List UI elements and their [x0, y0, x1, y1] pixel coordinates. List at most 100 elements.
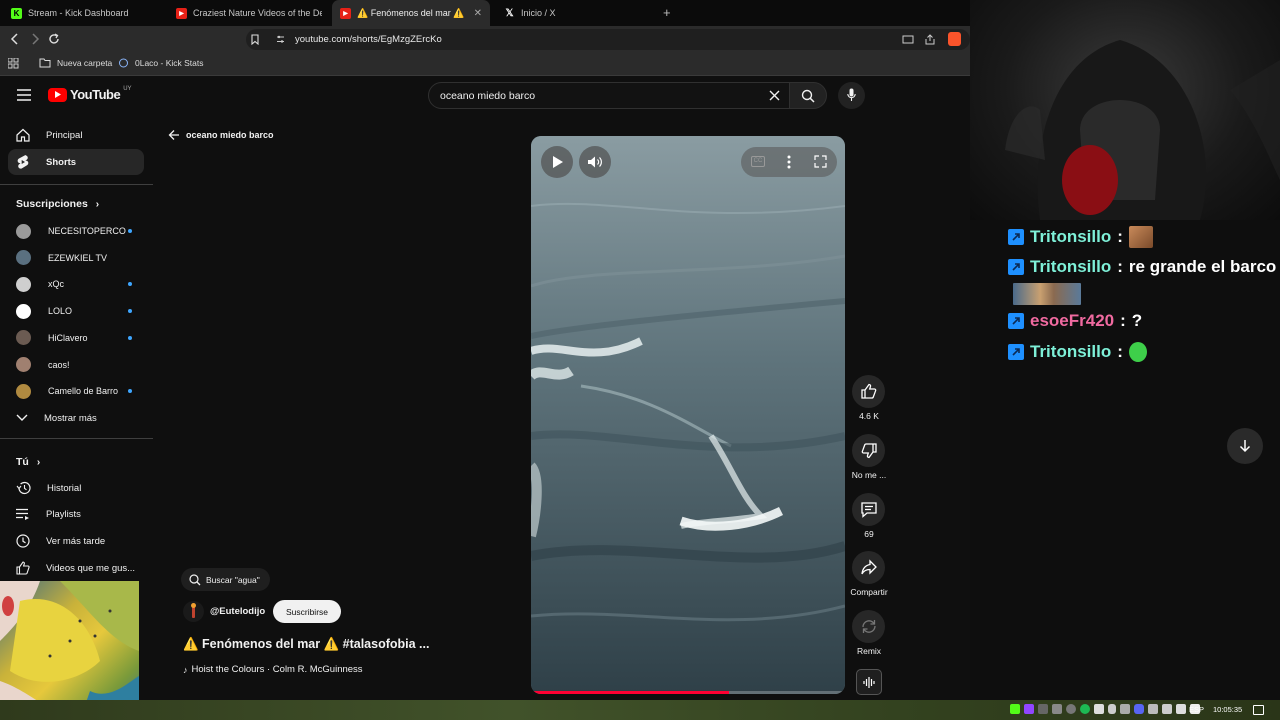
apps-grid-icon[interactable] [8, 58, 19, 69]
chat-username[interactable]: Tritonsillo [1030, 257, 1111, 277]
voice-search-button[interactable] [838, 82, 865, 109]
streamer-camera [970, 0, 1280, 220]
face-emote [1128, 226, 1153, 248]
clock[interactable]: 10:05:35 [1213, 705, 1242, 714]
channel-avatar[interactable] [183, 601, 204, 622]
like-button[interactable] [852, 375, 885, 408]
bookmark-item[interactable]: 0Laco - Kick Stats [118, 58, 204, 68]
chat-username[interactable]: Tritonsillo [1030, 342, 1111, 362]
fullscreen-icon[interactable] [814, 155, 827, 168]
subscription-item[interactable]: NECESITOPERCO [8, 218, 144, 244]
sidebar-item-historial[interactable]: Historial [8, 475, 144, 501]
browser-tab-active[interactable]: ▶ ⚠️ Fenómenos del mar ⚠️ #talasofobia ✕ [332, 0, 490, 26]
site-settings-icon[interactable] [276, 35, 285, 44]
back-label: oceano miedo barco [186, 130, 274, 140]
subscription-name: xQc [48, 279, 65, 290]
captions-icon[interactable]: CC [751, 156, 765, 167]
app-tray-icon[interactable] [1120, 704, 1130, 714]
bookmark-icon[interactable] [250, 34, 260, 45]
youtube-logo[interactable]: YouTube UY [48, 86, 132, 102]
menu-icon[interactable] [17, 89, 31, 101]
subscription-item[interactable]: xQc [8, 271, 144, 297]
kick-tray-icon[interactable] [1010, 704, 1020, 714]
comment-button[interactable] [852, 492, 885, 526]
microphone-tray-icon[interactable] [1108, 704, 1116, 714]
sidebar-item-playlists[interactable]: Playlists [8, 501, 144, 527]
chat-username[interactable]: Tritonsillo [1030, 227, 1111, 247]
language-indicator[interactable]: ESP [1189, 705, 1204, 714]
home-icon [16, 128, 30, 142]
sidebar-divider [0, 184, 153, 185]
browser-tab[interactable]: ▶ Craziest Nature Videos of the Decade [168, 0, 330, 26]
reload-icon[interactable] [48, 33, 60, 45]
show-more-button[interactable]: Mostrar más [8, 405, 144, 431]
subscription-name: LOLO [48, 306, 73, 317]
action-label: Remix [856, 646, 882, 657]
volume-button[interactable] [579, 146, 611, 178]
sidebar-item-liked-videos[interactable]: Videos que me gus... [8, 555, 144, 581]
brave-shield-icon[interactable] [948, 32, 961, 46]
dislike-icon [861, 443, 877, 458]
close-tab-icon[interactable]: ✕ [474, 8, 482, 19]
search-button[interactable] [789, 82, 827, 109]
forward-icon[interactable] [29, 33, 41, 45]
play-button[interactable] [541, 146, 573, 178]
bookmark-item[interactable]: Nueva carpeta [39, 58, 112, 68]
action-label: No me ... [851, 469, 887, 480]
more-options-icon[interactable] [787, 155, 791, 169]
subscription-item[interactable]: Camello de Barro [8, 378, 144, 404]
subscription-item[interactable]: EZEWKIEL TV [8, 245, 144, 271]
music-info[interactable]: ♪ Hoist the Colours · Colm R. McGuinness [183, 664, 363, 675]
like-icon [860, 383, 876, 399]
app-tray-icon[interactable] [1038, 704, 1048, 714]
wifi-tray-icon[interactable] [1176, 704, 1186, 714]
search-suggestion-chip[interactable]: Buscar "agua" [181, 568, 270, 591]
subscription-item[interactable]: HiClavero [8, 325, 144, 351]
chevron-right-icon: › [95, 198, 100, 210]
app-tray-icon[interactable] [1052, 704, 1062, 714]
sidebar-item-principal[interactable]: Principal [8, 122, 144, 148]
sidebar-item-label: Shorts [46, 156, 77, 168]
chevron-right-icon: › [36, 456, 41, 468]
twitch-tray-icon[interactable] [1024, 704, 1034, 714]
new-tab-icon[interactable]: + [663, 5, 671, 20]
notifications-icon[interactable] [1253, 705, 1264, 715]
clear-search-icon[interactable] [769, 90, 780, 101]
obs-tray-icon[interactable] [1066, 704, 1076, 714]
browser-tab[interactable]: K Stream - Kick Dashboard [3, 0, 168, 26]
dislike-button[interactable] [852, 433, 885, 467]
subscribe-button[interactable]: Suscribirse [273, 600, 341, 623]
search-box[interactable]: oceano miedo barco [428, 82, 790, 109]
browser-tab[interactable]: 𝕏 Inicio / X [496, 0, 656, 26]
short-video-player[interactable]: CC [531, 136, 845, 694]
chat-message: Tritonsillo: re grande el barco [1008, 257, 1276, 277]
subscription-item[interactable]: caos! [8, 352, 144, 378]
back-icon[interactable] [9, 33, 21, 45]
app-tray-icon[interactable] [1094, 704, 1104, 714]
chat-username[interactable]: esoeFr420 [1030, 311, 1114, 331]
channel-name[interactable]: @Eutelodijo [210, 606, 265, 617]
cast-icon[interactable] [902, 34, 914, 45]
discord-tray-icon[interactable] [1134, 704, 1144, 714]
back-to-search-button[interactable]: oceano miedo barco [168, 129, 274, 141]
spotify-tray-icon[interactable] [1080, 704, 1090, 714]
short-title[interactable]: ⚠️ Fenómenos del mar ⚠️ #talasofobia ... [183, 637, 429, 652]
subscriptions-header[interactable]: Suscripciones › [16, 198, 99, 210]
share-page-icon[interactable] [924, 34, 936, 45]
sidebar-item-shorts[interactable]: Shorts [8, 149, 144, 175]
subscription-item[interactable]: LOLO [8, 298, 144, 324]
scroll-to-bottom-button[interactable] [1227, 428, 1263, 464]
you-header[interactable]: Tú › [16, 456, 40, 468]
playlists-icon [16, 508, 29, 520]
search-input[interactable]: oceano miedo barco [440, 90, 535, 102]
sidebar-item-ver-mas-tarde[interactable]: Ver más tarde [8, 528, 144, 554]
steam-tray-icon[interactable] [1148, 704, 1158, 714]
sound-thumbnail[interactable] [856, 669, 882, 695]
browser-tab-bar: K Stream - Kick Dashboard ▶ Craziest Nat… [0, 0, 970, 26]
network-tray-icon[interactable] [1162, 704, 1172, 714]
bookmark-label: 0Laco - Kick Stats [135, 58, 204, 68]
video-progress-track[interactable] [531, 691, 845, 694]
remix-button[interactable] [852, 610, 885, 644]
chat-message: Tritonsillo: [1008, 226, 1153, 248]
url-field[interactable]: youtube.com/shorts/EgMzgZErcKo [246, 29, 970, 50]
